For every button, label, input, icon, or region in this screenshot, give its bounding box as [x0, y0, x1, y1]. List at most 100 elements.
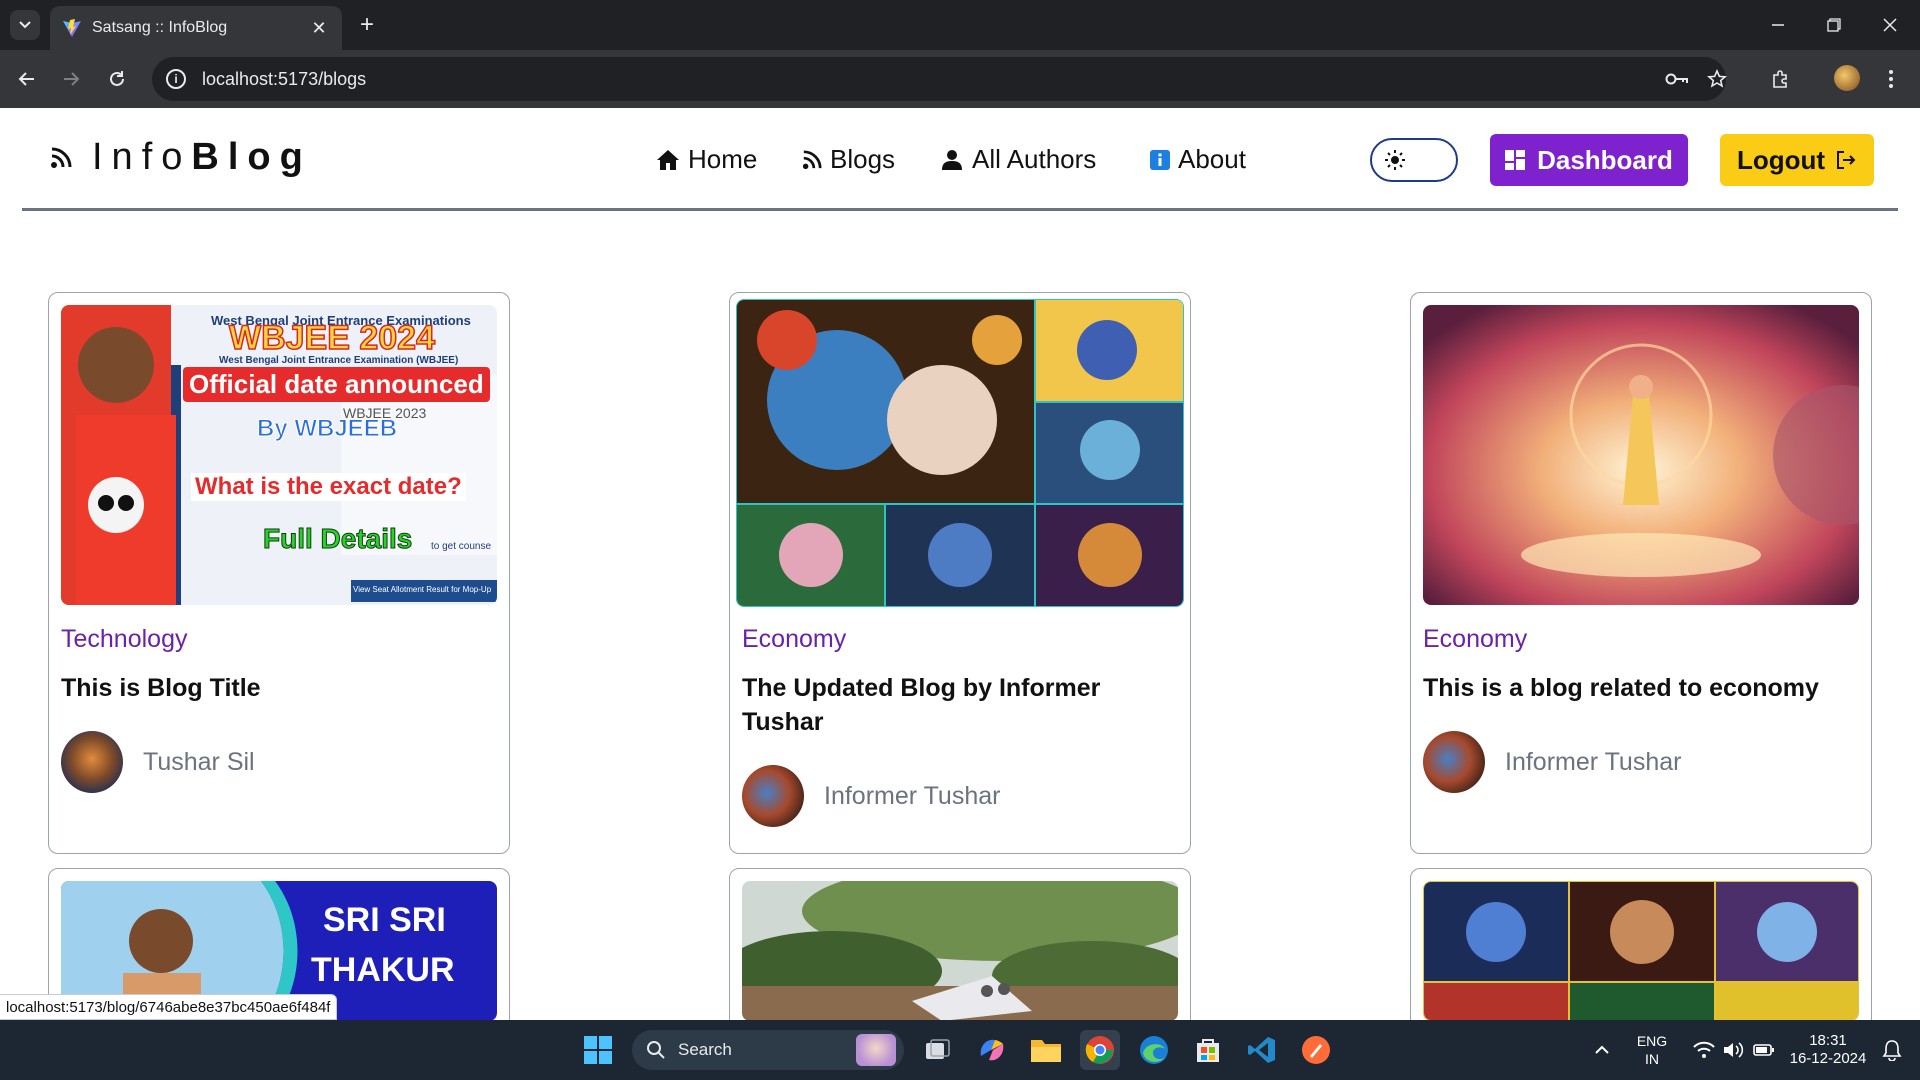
close-window-icon[interactable]	[1870, 10, 1910, 40]
nav-all-authors-label: All Authors	[972, 144, 1097, 174]
user-icon	[940, 148, 964, 172]
theme-toggle[interactable]	[1370, 138, 1458, 182]
dashboard-button-label: Dashboard	[1537, 144, 1673, 175]
region-code: IN	[1645, 1051, 1659, 1067]
avatar	[61, 731, 123, 793]
blog-category[interactable]: Economy	[1423, 625, 1527, 654]
clock-date: 16-12-2024	[1789, 1050, 1867, 1067]
header-divider	[22, 208, 1898, 211]
minimize-icon[interactable]	[1758, 10, 1798, 40]
vscode-icon[interactable]	[1242, 1030, 1282, 1070]
browser-tab-bar: Satsang :: InfoBlog ✕ +	[0, 0, 1920, 50]
edge-icon[interactable]	[1134, 1030, 1174, 1070]
address-bar-url: localhost:5173/blogs	[202, 68, 367, 89]
tab-search-button[interactable]	[10, 10, 40, 40]
language-code: ENG	[1636, 1033, 1668, 1049]
search-highlight-icon	[856, 1034, 896, 1066]
logout-button[interactable]: Logout	[1720, 134, 1874, 186]
avatar	[742, 765, 804, 827]
dashboard-button[interactable]: Dashboard	[1490, 134, 1688, 186]
cover-text-line1: SRI SRI	[323, 901, 446, 939]
site-logo[interactable]: Info Blog	[50, 136, 312, 179]
back-arrow-icon[interactable]	[12, 64, 42, 94]
author-name: Tushar Sil	[143, 747, 255, 776]
info-icon	[1150, 149, 1170, 170]
bookmark-star-icon[interactable]	[1702, 64, 1732, 94]
copilot-icon[interactable]	[972, 1030, 1012, 1070]
blog-card[interactable]: Economy The Updated Blog by Informer Tus…	[729, 292, 1191, 854]
reload-icon[interactable]	[102, 64, 132, 94]
cover-text-line2: THAKUR	[311, 951, 455, 989]
battery-icon	[1753, 1044, 1774, 1056]
profile-avatar[interactable]	[1834, 65, 1860, 91]
cover-text-details: Full Details	[262, 523, 413, 555]
system-tray-status[interactable]	[1684, 1030, 1784, 1070]
blog-card[interactable]: Economy This is a blog related to econom…	[1410, 292, 1872, 854]
browser-menu-icon[interactable]	[1876, 64, 1906, 94]
chrome-icon[interactable]	[1080, 1030, 1120, 1070]
rss-icon	[802, 149, 822, 170]
postman-icon[interactable]	[1296, 1030, 1336, 1070]
blog-category[interactable]: Technology	[61, 625, 187, 654]
nav-blogs-label: Blogs	[830, 144, 896, 174]
address-bar[interactable]: i localhost:5173/blogs	[152, 57, 1726, 101]
language-indicator[interactable]: ENG IN	[1630, 1032, 1674, 1068]
os-taskbar: Search ENG IN 18:31 16-12-2024	[0, 1020, 1920, 1080]
windows-start-icon[interactable]	[578, 1030, 618, 1070]
rss-icon	[51, 147, 72, 168]
forward-arrow-icon[interactable]	[56, 64, 86, 94]
logo-text-info: Info	[92, 136, 192, 178]
tab-title: Satsang :: InfoBlog	[92, 19, 228, 36]
notification-bell-icon[interactable]	[1872, 1030, 1912, 1070]
blog-card[interactable]: West Bengal Joint Entrance Examinations …	[48, 292, 510, 854]
nav-home[interactable]: Home	[656, 144, 757, 175]
chevron-down-icon	[19, 21, 31, 29]
cover-text-official: Official date announced	[183, 367, 490, 402]
cover-text-footer: View Seat Allotment Result for Mop-Up	[353, 585, 492, 594]
blog-cover-image	[736, 299, 1184, 607]
extensions-puzzle-icon[interactable]	[1766, 64, 1796, 94]
logout-button-label: Logout	[1736, 144, 1826, 175]
cover-text-wbjee: WBJEE 2024	[228, 318, 436, 358]
taskbar-search-label: Search	[678, 1040, 732, 1059]
nav-all-authors[interactable]: All Authors	[940, 144, 1096, 175]
blog-cover-image	[1423, 881, 1859, 1021]
link-status-bar: localhost:5173/blog/6746abe8e37bc450ae6f…	[0, 994, 338, 1020]
file-explorer-icon[interactable]	[1026, 1030, 1066, 1070]
cover-text-counsel: to get counse	[431, 541, 492, 552]
blog-title[interactable]: The Updated Blog by Informer Tushar	[742, 671, 1178, 739]
author-name: Informer Tushar	[824, 781, 1001, 810]
search-icon	[647, 1041, 665, 1059]
blog-title[interactable]: This is Blog Title	[61, 671, 497, 705]
chevron-up-icon[interactable]	[1582, 1030, 1622, 1070]
password-key-icon[interactable]	[1662, 64, 1692, 94]
taskbar-search[interactable]: Search	[632, 1030, 904, 1070]
tab-close-icon[interactable]: ✕	[308, 17, 330, 39]
site-header: Info Blog Home Blogs All Authors About D…	[0, 108, 1920, 210]
site-info-icon[interactable]: i	[166, 69, 186, 89]
nav-about[interactable]: About	[1150, 144, 1246, 175]
blog-author[interactable]: Informer Tushar	[742, 765, 1000, 827]
microsoft-store-icon[interactable]	[1188, 1030, 1228, 1070]
avatar	[1423, 731, 1485, 793]
logo-text-blog: Blog	[191, 136, 312, 178]
nav-home-label: Home	[688, 144, 758, 174]
blog-title[interactable]: This is a blog related to economy	[1423, 671, 1859, 705]
browser-tab-active[interactable]: Satsang :: InfoBlog ✕	[50, 6, 342, 50]
dashboard-grid-icon	[1505, 150, 1526, 170]
home-icon	[656, 148, 680, 172]
browser-toolbar: i localhost:5173/blogs	[0, 50, 1920, 108]
wifi-icon	[1693, 1041, 1715, 1058]
blog-category[interactable]: Economy	[742, 625, 846, 654]
blog-author[interactable]: Informer Tushar	[1423, 731, 1681, 793]
clock[interactable]: 18:31 16-12-2024	[1784, 1032, 1872, 1068]
blog-cover-image	[1423, 305, 1859, 605]
nav-blogs[interactable]: Blogs	[802, 144, 895, 175]
restore-icon[interactable]	[1814, 10, 1854, 40]
logout-icon	[1837, 151, 1856, 169]
blog-author[interactable]: Tushar Sil	[61, 731, 255, 793]
blog-cover-image: West Bengal Joint Entrance Examinations …	[61, 305, 497, 605]
cover-text-sub: West Bengal Joint Entrance Examination (…	[219, 355, 459, 366]
new-tab-button[interactable]: +	[354, 11, 380, 38]
task-view-icon[interactable]	[918, 1030, 958, 1070]
